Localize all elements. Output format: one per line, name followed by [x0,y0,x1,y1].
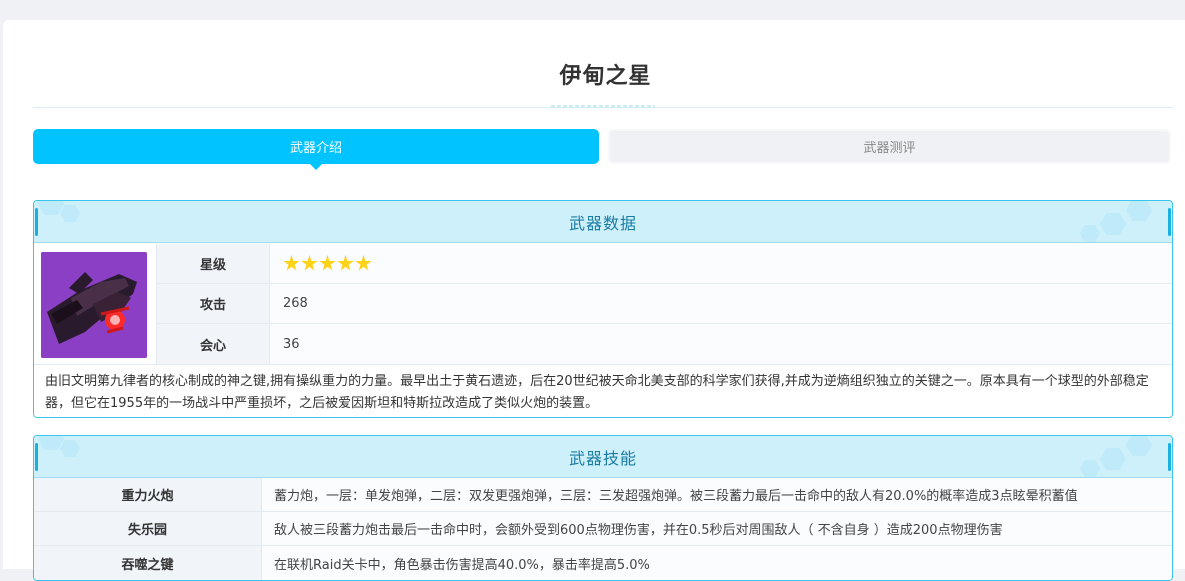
weapon-skills-panel: 武器技能 重力火炮 蓄力炮，一层：单发炮弹，二层：双发更强炮弹，三层：三发超强炮… [33,435,1173,581]
skill-description: 敌人被三段蓄力炮击最后一击命中时，会额外受到600点物理伤害，并在0.5秒后对周… [262,512,1172,545]
header-accent-left [35,208,38,236]
title-divider-ornament [551,105,655,108]
weapon-data-panel: 武器数据 星级 攻击 268 会心 36 由旧文明第九律者的核心制成的神之键,拥… [33,200,1173,418]
stat-label: 会心 [156,324,270,364]
stat-row-attack: 攻击 268 [156,284,1172,324]
hex-decoration [1100,448,1126,470]
weapon-portrait-icon [41,252,147,358]
skill-name: 失乐园 [34,512,262,545]
star-icon [319,255,336,271]
weapon-skills-heading: 武器技能 [568,448,637,468]
tab-weapon-intro[interactable]: 武器介绍 [33,129,599,170]
stat-label: 攻击 [156,284,270,323]
weapon-stats-table: 星级 攻击 268 会心 36 [156,244,1172,364]
rarity-stars [270,244,1172,283]
hex-decoration [1126,201,1152,221]
hex-decoration [1080,225,1100,242]
hex-decoration [1100,213,1126,235]
stat-row-crit: 会心 36 [156,324,1172,364]
hex-decoration [38,436,64,450]
skill-row: 重力火炮 蓄力炮，一层：单发炮弹，二层：双发更强炮弹，三层：三发超强炮弹。被三段… [34,478,1172,512]
tab-weapon-review[interactable]: 武器测评 [608,129,1171,164]
star-icon [355,255,372,271]
stat-row-rarity: 星级 [156,244,1172,284]
weapon-data-heading: 武器数据 [568,213,637,233]
weapon-portrait [41,252,147,358]
stat-value: 36 [270,324,1172,364]
header-accent-right [1168,208,1171,236]
star-icon [337,255,354,271]
hex-decoration [60,440,80,457]
hex-decoration [1126,436,1152,456]
stat-label: 星级 [156,244,270,283]
weapon-skills-header: 武器技能 [34,436,1172,478]
weapon-description: 由旧文明第九律者的核心制成的神之键,拥有操纵重力的力量。最早出土于黄石遗迹，后在… [34,364,1172,417]
skill-description: 在联机Raid关卡中，角色暴击伤害提高40.0%，暴击率提高5.0% [262,546,1172,580]
star-icon [301,255,318,271]
page-container: 伊甸之星 武器介绍 武器测评 武器数据 星级 攻击 268 会心 36 由旧文明… [3,20,1185,581]
hex-decoration [38,201,64,215]
weapon-data-header: 武器数据 [34,201,1172,243]
page-title: 伊甸之星 [559,64,652,89]
skill-description: 蓄力炮，一层：单发炮弹，二层：双发更强炮弹，三层：三发超强炮弹。被三段蓄力最后一… [262,478,1172,511]
skill-row: 失乐园 敌人被三段蓄力炮击最后一击命中时，会额外受到600点物理伤害，并在0.5… [34,512,1172,546]
skill-name: 重力火炮 [34,478,262,511]
hex-decoration [60,205,80,222]
skill-name: 吞噬之键 [34,546,262,580]
stat-value: 268 [270,284,1172,323]
star-icon [283,255,300,271]
header-accent-left [35,443,38,471]
skill-row: 吞噬之键 在联机Raid关卡中，角色暴击伤害提高40.0%，暴击率提高5.0% [34,546,1172,580]
hex-decoration [1080,460,1100,477]
header-accent-right [1168,443,1171,471]
